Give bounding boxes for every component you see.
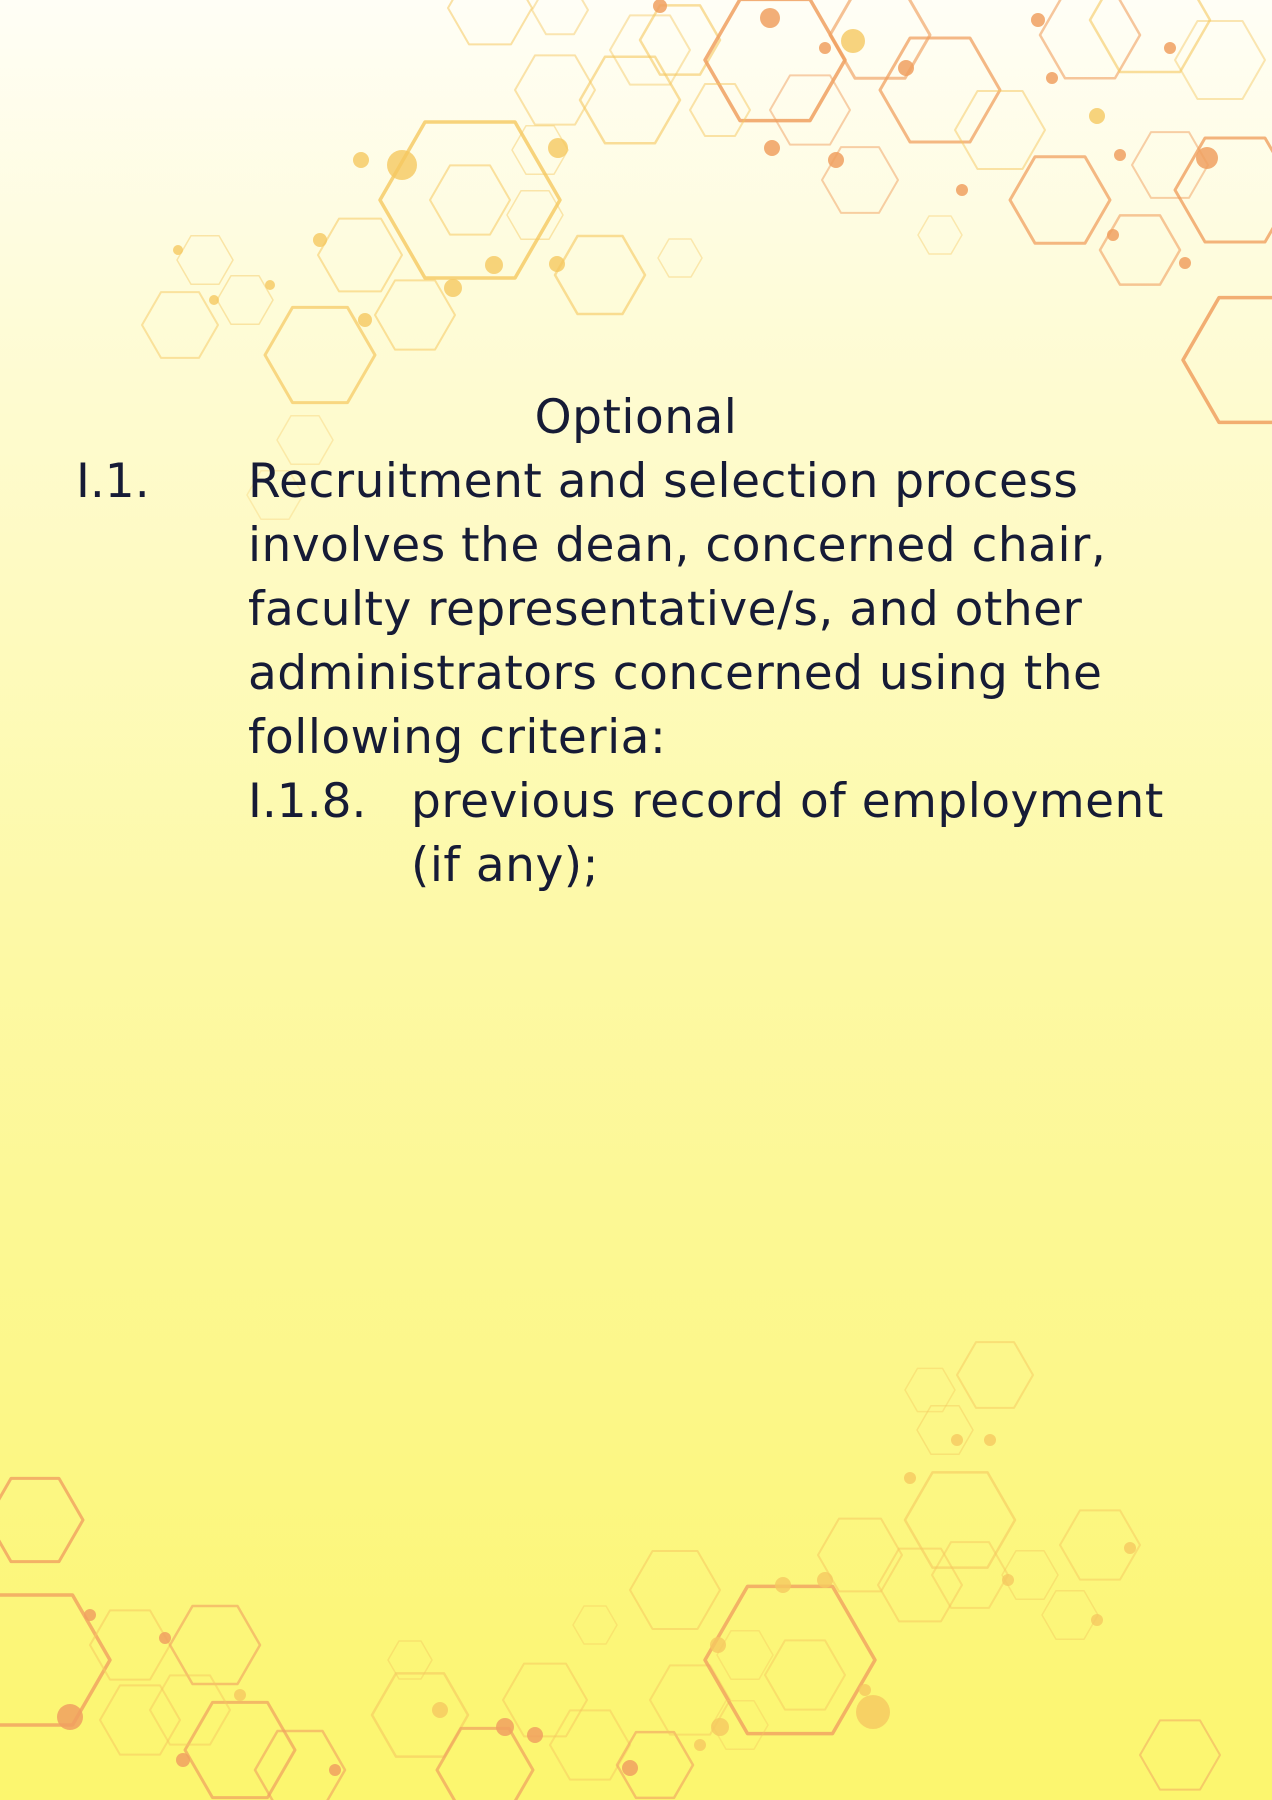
section-line: administrators concerned using the	[248, 646, 1103, 701]
section-line: faculty representative/s, and other	[248, 582, 1083, 637]
section-line: Recruitment and selection process	[248, 454, 1079, 509]
document-page: Optional I.1. Recruitment and selection …	[0, 0, 1272, 1800]
section-line: involves the dean, concerned chair,	[248, 518, 1107, 573]
section-line: following criteria:	[248, 710, 667, 765]
section-text: Recruitment and selection process involv…	[248, 450, 1128, 770]
subsection-text: previous record of employment (if any);	[411, 770, 1164, 898]
heading-text: Optional	[534, 390, 738, 445]
page-heading: Optional	[0, 386, 1272, 450]
subsection-line: previous record of employment	[411, 774, 1164, 829]
subsection-line: (if any);	[411, 838, 599, 893]
subsection-number: I.1.8.	[248, 774, 367, 829]
section-number: I.1.	[76, 454, 150, 509]
